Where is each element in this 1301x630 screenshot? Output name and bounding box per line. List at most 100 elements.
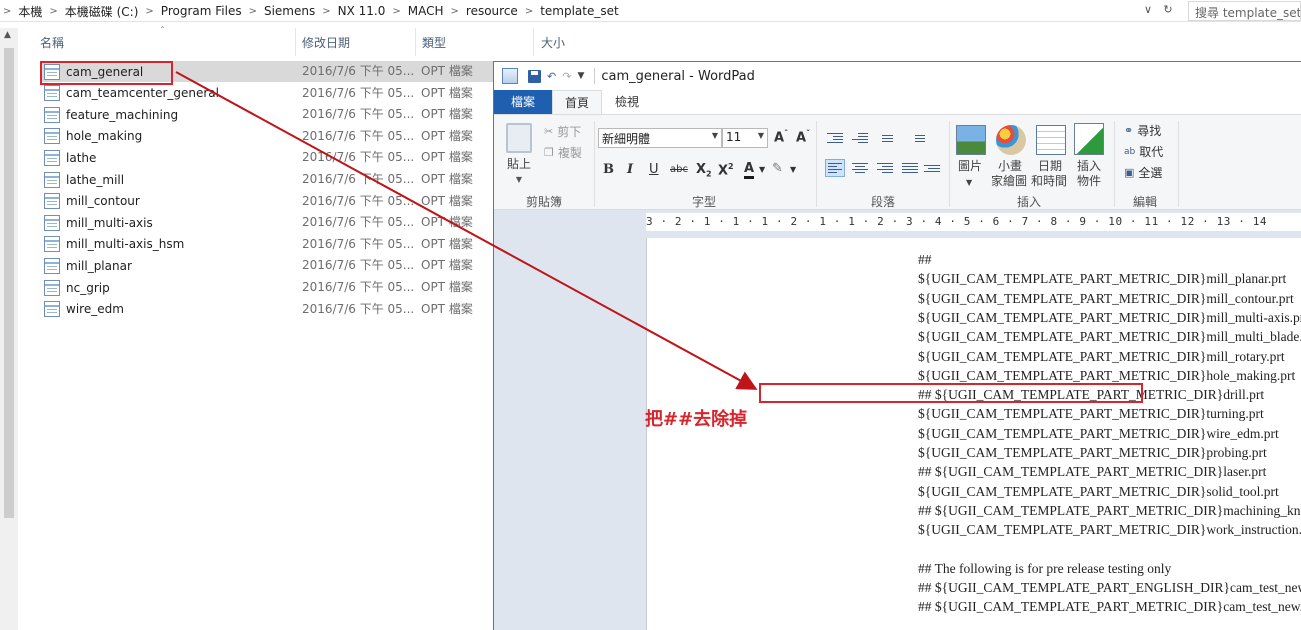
paint-drawing-label-2[interactable]: 家繪圖 [991,174,1027,189]
grow-font-icon[interactable]: Aˆ [774,129,788,145]
file-row[interactable]: mill_planar 2016/7/6 下午 05... OPT 檔案 [40,255,473,276]
chevron-right-icon[interactable]: > [319,6,333,17]
chevron-down-icon[interactable]: ▼ [790,165,796,174]
breadcrumb-item[interactable]: NX 11.0 [334,4,390,18]
file-row[interactable]: lathe_mill 2016/7/6 下午 05... OPT 檔案 [40,169,473,190]
document-line[interactable]: ${UGII_CAM_TEMPLATE_PART_METRIC_DIR}mill… [918,327,1301,346]
chevron-right-icon[interactable]: > [522,6,536,17]
document-line[interactable]: ${UGII_CAM_TEMPLATE_PART_METRIC_DIR}turn… [918,404,1264,423]
document-line[interactable]: ${UGII_CAM_TEMPLATE_PART_METRIC_DIR}mill… [918,289,1294,308]
file-row[interactable]: wire_edm 2016/7/6 下午 05... OPT 檔案 [40,299,473,320]
document-line[interactable]: ${UGII_CAM_TEMPLATE_PART_METRIC_DIR}soli… [918,482,1279,501]
document-line[interactable]: ## The following is for pre release test… [918,559,1171,578]
document-line[interactable]: ## ${UGII_CAM_TEMPLATE_PART_METRIC_DIR}m… [918,501,1301,520]
breadcrumb-item[interactable]: Siemens [260,4,319,18]
column-divider[interactable] [415,28,416,56]
italic-icon[interactable]: I [627,162,633,177]
paste-button[interactable]: 貼上 ▼ [506,123,532,187]
chevron-right-icon[interactable]: > [448,6,462,17]
address-bar[interactable]: > 本機 > 本機磁碟 (C:) > Program Files > Sieme… [0,0,1301,22]
document-page[interactable]: ## ${UGII_CAM_TEMPLATE_PART_METRIC_DIR}mi… [646,238,1301,630]
column-divider[interactable] [295,28,296,56]
refresh-icon[interactable]: ↻ [1160,2,1176,18]
subscript-icon[interactable]: X2 [696,162,712,179]
breadcrumb-item[interactable]: template_set [536,4,623,18]
picture-label[interactable]: 圖片 [958,159,982,174]
wordpad-app-icon[interactable] [502,68,518,84]
file-row[interactable]: nc_grip 2016/7/6 下午 05... OPT 檔案 [40,277,473,298]
tab-view[interactable]: 檢視 [602,90,652,114]
file-row[interactable]: mill_multi-axis 2016/7/6 下午 05... OPT 檔案 [40,212,473,233]
chevron-right-icon[interactable]: > [246,6,260,17]
file-row[interactable]: lathe 2016/7/6 下午 05... OPT 檔案 [40,147,473,168]
calendar-clock-icon[interactable] [1036,125,1066,155]
document-line[interactable]: ${UGII_CAM_TEMPLATE_PART_METRIC_DIR}prob… [918,443,1267,462]
breadcrumb-item[interactable]: MACH [404,4,448,18]
column-divider[interactable] [533,28,534,56]
cut-button[interactable]: ✂ 剪下 [544,123,581,140]
document-line[interactable]: ${UGII_CAM_TEMPLATE_PART_METRIC_DIR}mill… [918,347,1285,366]
ruler[interactable]: 3 · 2 · 1 · 1 · 1 · 2 · 1 · 1 · 2 · 3 · … [646,213,1301,231]
breadcrumb-item[interactable]: Program Files [157,4,246,18]
undo-icon[interactable]: ↶ [547,70,556,83]
align-right-icon[interactable] [875,159,895,177]
breadcrumb-item[interactable]: 本機磁碟 (C:) [61,3,143,20]
superscript-icon[interactable]: X2 [718,162,734,178]
align-center-icon[interactable] [850,159,870,177]
shrink-font-icon[interactable]: Aˇ [796,129,810,145]
document-line[interactable]: ${UGII_CAM_TEMPLATE_PART_METRIC_DIR}work… [918,520,1301,539]
column-header-name[interactable]: 名稱 [40,28,64,56]
paint-drawing-label-1[interactable]: 小畫 [998,159,1022,174]
align-left-icon[interactable] [825,159,845,177]
scrollbar-thumb[interactable] [4,48,14,518]
file-row[interactable]: feature_machining 2016/7/6 下午 05... OPT 檔案 [40,104,473,125]
document-line[interactable]: ## ${UGII_CAM_TEMPLATE_PART_METRIC_DIR}l… [918,462,1266,481]
underline-icon[interactable]: U [649,162,659,177]
increase-indent-icon[interactable] [850,129,870,147]
bullet-list-icon[interactable] [875,129,895,147]
file-row[interactable]: cam_teamcenter_general 2016/7/6 下午 05... O… [40,83,473,104]
find-button[interactable]: ⚭ 尋找 [1124,122,1161,139]
scroll-up-icon[interactable]: ▲ [4,30,11,40]
breadcrumb-item[interactable]: 本機 [14,3,46,20]
breadcrumb-item[interactable]: resource [462,4,522,18]
save-icon[interactable] [528,69,541,83]
insert-object-label-2[interactable]: 物件 [1077,174,1101,189]
chevron-down-icon[interactable]: ∨ [1140,2,1156,18]
chevron-right-icon[interactable]: > [142,6,156,17]
document-line[interactable]: ${UGII_CAM_TEMPLATE_PART_METRIC_DIR}mill… [918,308,1301,327]
insert-object-label-1[interactable]: 插入 [1077,159,1101,174]
tab-file[interactable]: 檔案 [494,90,552,114]
copy-button[interactable]: ❐ 複製 [544,144,582,161]
picture-icon[interactable] [956,125,986,155]
chevron-right-icon[interactable]: > [389,6,403,17]
document-line[interactable]: ${UGII_CAM_TEMPLATE_PART_METRIC_DIR}wire… [918,424,1279,443]
redo-icon[interactable]: ↷ [562,70,571,83]
line-spacing-icon[interactable] [907,129,927,147]
document-line[interactable]: ${UGII_CAM_TEMPLATE_PART_METRIC_DIR}mill… [918,269,1286,288]
strikethrough-icon[interactable]: abc [670,164,688,175]
file-row[interactable]: hole_making 2016/7/6 下午 05... OPT 檔案 [40,126,473,147]
document-line[interactable]: ## ${UGII_CAM_TEMPLATE_PART_METRIC_DIR}c… [918,597,1301,616]
select-all-button[interactable]: ▣ 全選 [1124,164,1162,181]
chevron-down-icon[interactable]: ▼ [966,175,972,190]
tab-home[interactable]: 首頁 [552,90,602,114]
text-color-icon[interactable]: A [744,161,755,179]
document-line[interactable]: ${UGII_CAM_TEMPLATE_PART_METRIC_DIR}hole… [918,366,1295,385]
column-header-date[interactable]: 修改日期 [302,28,350,56]
bold-icon[interactable]: B [603,162,614,177]
font-family-select[interactable]: 新細明體 ▼ [598,128,722,148]
document-line[interactable]: ## [918,250,932,269]
column-header-size[interactable]: 大小 [541,28,565,56]
document-line[interactable]: ## ${UGII_CAM_TEMPLATE_PART_ENGLISH_DIR}… [918,578,1301,597]
explorer-scrollbar[interactable]: ▲ [0,28,18,630]
justify-icon[interactable] [900,159,920,177]
highlight-icon[interactable]: ✎ [772,161,783,176]
paragraph-settings-icon[interactable] [922,159,942,177]
datetime-label-2[interactable]: 和時間 [1031,174,1067,189]
file-row[interactable]: mill_multi-axis_hsm 2016/7/6 下午 05... OPT … [40,234,473,255]
paint-palette-icon[interactable] [996,125,1026,155]
replace-button[interactable]: ab 取代 [1124,143,1163,160]
chevron-down-icon[interactable]: ▼ [759,165,765,174]
decrease-indent-icon[interactable] [825,129,845,147]
